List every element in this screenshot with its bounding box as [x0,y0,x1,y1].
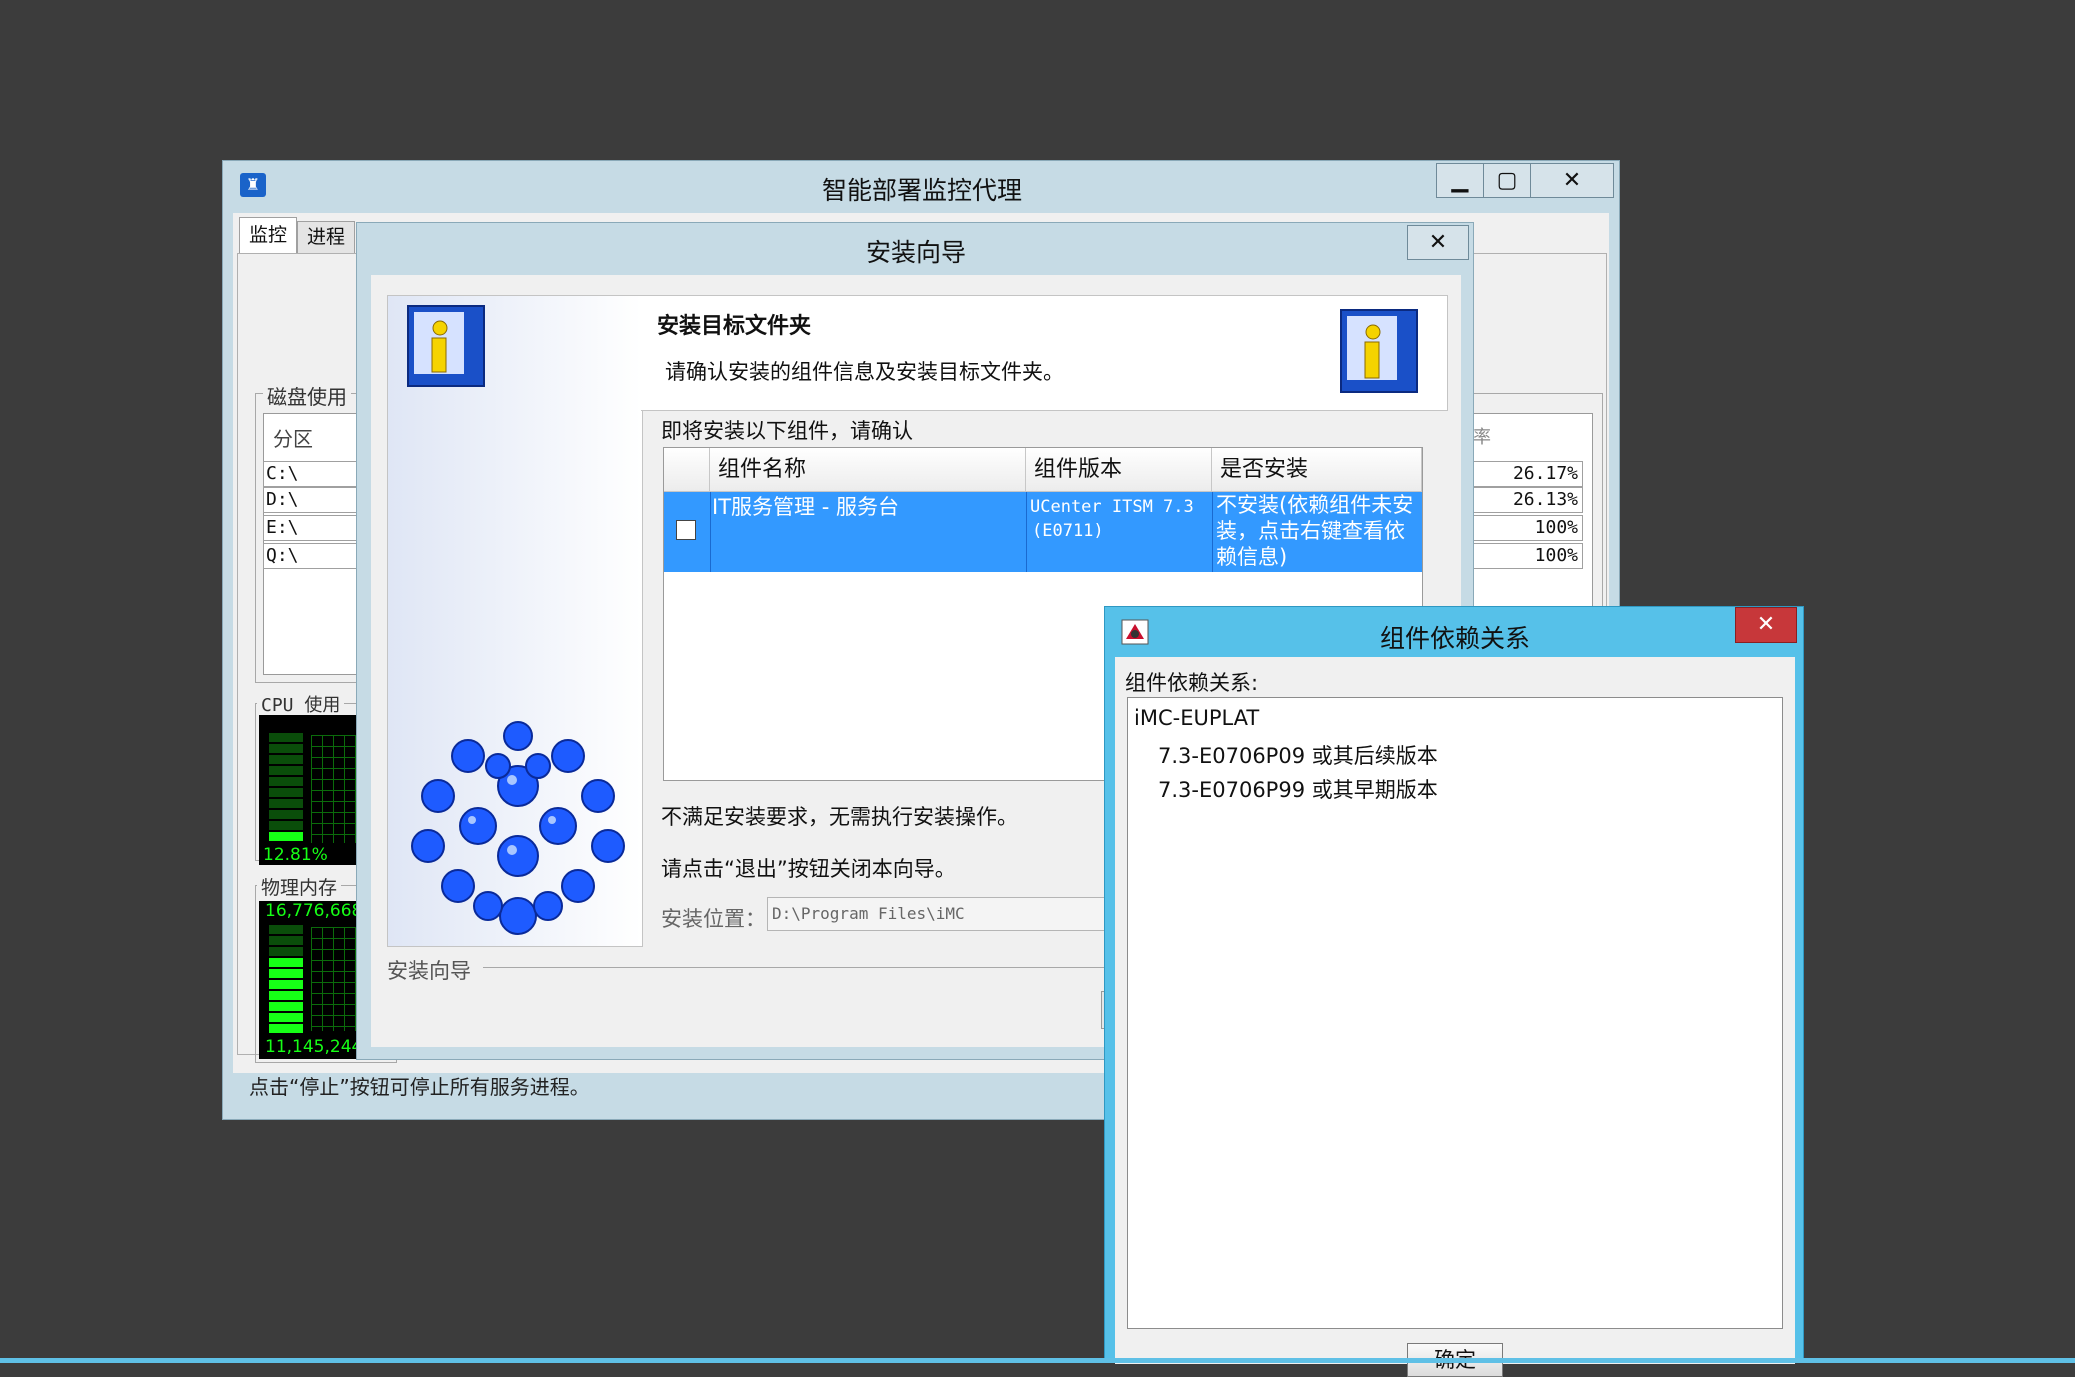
memory-label: 物理内存 [257,873,342,900]
dependency-label: 组件依赖关系: [1125,671,1259,695]
minimize-button[interactable]: ▁ [1436,163,1484,198]
row-version-line2: (E0711) [1032,521,1104,541]
tab-monitor[interactable]: 监控 [239,217,297,254]
dependency-title: 组件依赖关系 [1379,624,1530,653]
gauge-segment [269,788,303,797]
dependency-close-button[interactable]: ✕ [1735,607,1797,643]
row-component-name: IT服务管理 - 服务台 [712,495,899,519]
wizard-close-button[interactable]: ✕ [1407,225,1469,260]
gauge-segment [269,980,303,989]
row-status-line2: 装，点击右键查看依 [1216,519,1405,543]
wizard-heading: 安装目标文件夹 [657,314,812,339]
row-version-line1: UCenter ITSM 7.3 [1030,497,1194,517]
table-row[interactable]: IT服务管理 - 服务台 UCenter ITSM 7.3 (E0711) 不安… [664,492,1422,572]
gauge-segment [269,821,303,830]
gauge-segment [269,969,303,978]
taskbar-edge [0,1358,2075,1363]
info-icon [404,302,488,390]
gauge-segment [269,958,303,967]
status-bar: 点击“停止”按钮可停止所有服务进程。 [249,1075,590,1099]
row-status-line1: 不安装(依赖组件未安 [1216,493,1414,517]
row-status-line3: 赖信息) [1216,545,1288,569]
gauge-segment [269,777,303,786]
row-checkbox[interactable] [676,520,696,540]
gauge-segment [269,1024,303,1033]
usage-e: 100% [1471,515,1583,541]
close-button[interactable]: ✕ [1530,163,1614,198]
dependency-textarea[interactable]: iMC-EUPLAT 7.3-E0706P09 或其后续版本 7.3-E0706… [1127,697,1783,1329]
wizard-footer-label: 安装向导 [387,959,471,983]
wizard-side-panel [387,295,643,947]
column-install[interactable]: 是否安装 [1212,448,1422,492]
dependency-dialog: 组件依赖关系 ✕ 组件依赖关系: iMC-EUPLAT 7.3-E0706P09… [1104,606,1804,1377]
install-location-label: 安装位置： [661,907,766,931]
disk-usage-label: 磁盘使用 [263,381,351,410]
gauge-segment [269,1002,303,1011]
gauge-segment [269,744,303,753]
gauge-segment [269,810,303,819]
gauge-segment [269,755,303,764]
exit-instruction: 请点击“退出”按钮关闭本向导。 [661,857,956,881]
dependency-line-component: iMC-EUPLAT [1134,706,1260,730]
gauge-segment [269,766,303,775]
tab-monitor-label: 监控 [248,224,287,246]
gauge-segment [269,799,303,808]
wizard-header: 安装目标文件夹 请确认安装的组件信息及安装目标文件夹。 [641,295,1448,411]
wizard-subheading: 请确认安装的组件信息及安装目标文件夹。 [665,360,1064,384]
tab-process-label: 进程 [306,226,345,248]
wizard-title: 安装向导 [865,238,966,267]
column-name[interactable]: 组件名称 [710,448,1026,492]
requirement-message: 不满足安装要求，无需执行安装操作。 [661,805,1018,829]
memory-bottom-value: 11,145,244 [265,1037,363,1057]
main-window-title: 智能部署监控代理 [821,176,1022,205]
gauge-segment [269,832,303,841]
disk-header-rate: 率 [1473,427,1491,448]
usage-q: 100% [1471,543,1583,569]
tab-process[interactable]: 进程 [297,221,355,254]
maximize-button[interactable]: ▢ [1483,163,1531,198]
memory-top-value: 16,776,668 [265,901,363,921]
gauge-segment [269,991,303,1000]
dependency-body: 组件依赖关系: iMC-EUPLAT 7.3-E0706P09 或其后续版本 7… [1115,657,1795,1377]
column-version[interactable]: 组件版本 [1026,448,1212,492]
gauge-segment [269,1013,303,1022]
molecule-graphic [398,706,638,946]
dependency-line-max-version: 7.3-E0706P99 或其早期版本 [1158,778,1438,802]
usage-c: 26.17% [1471,461,1583,487]
gauge-segment [269,936,303,945]
gauge-segment [269,947,303,956]
cpu-usage-label: CPU 使用 [257,691,345,717]
install-location-value: D:\Program Files\iMC [772,904,965,923]
header-info-icon [1337,306,1421,396]
usage-d: 26.13% [1471,487,1583,513]
title-buttons: ▁ ▢ ✕ [1436,163,1616,198]
column-checkbox [664,448,710,492]
gauge-segment [269,733,303,742]
cpu-value: 12.81% [263,845,328,865]
component-list-label: 即将安装以下组件，请确认 [661,419,913,443]
gauge-segment [269,925,303,934]
disk-header-partition: 分区 [273,427,313,451]
dependency-line-min-version: 7.3-E0706P09 或其后续版本 [1158,744,1438,768]
